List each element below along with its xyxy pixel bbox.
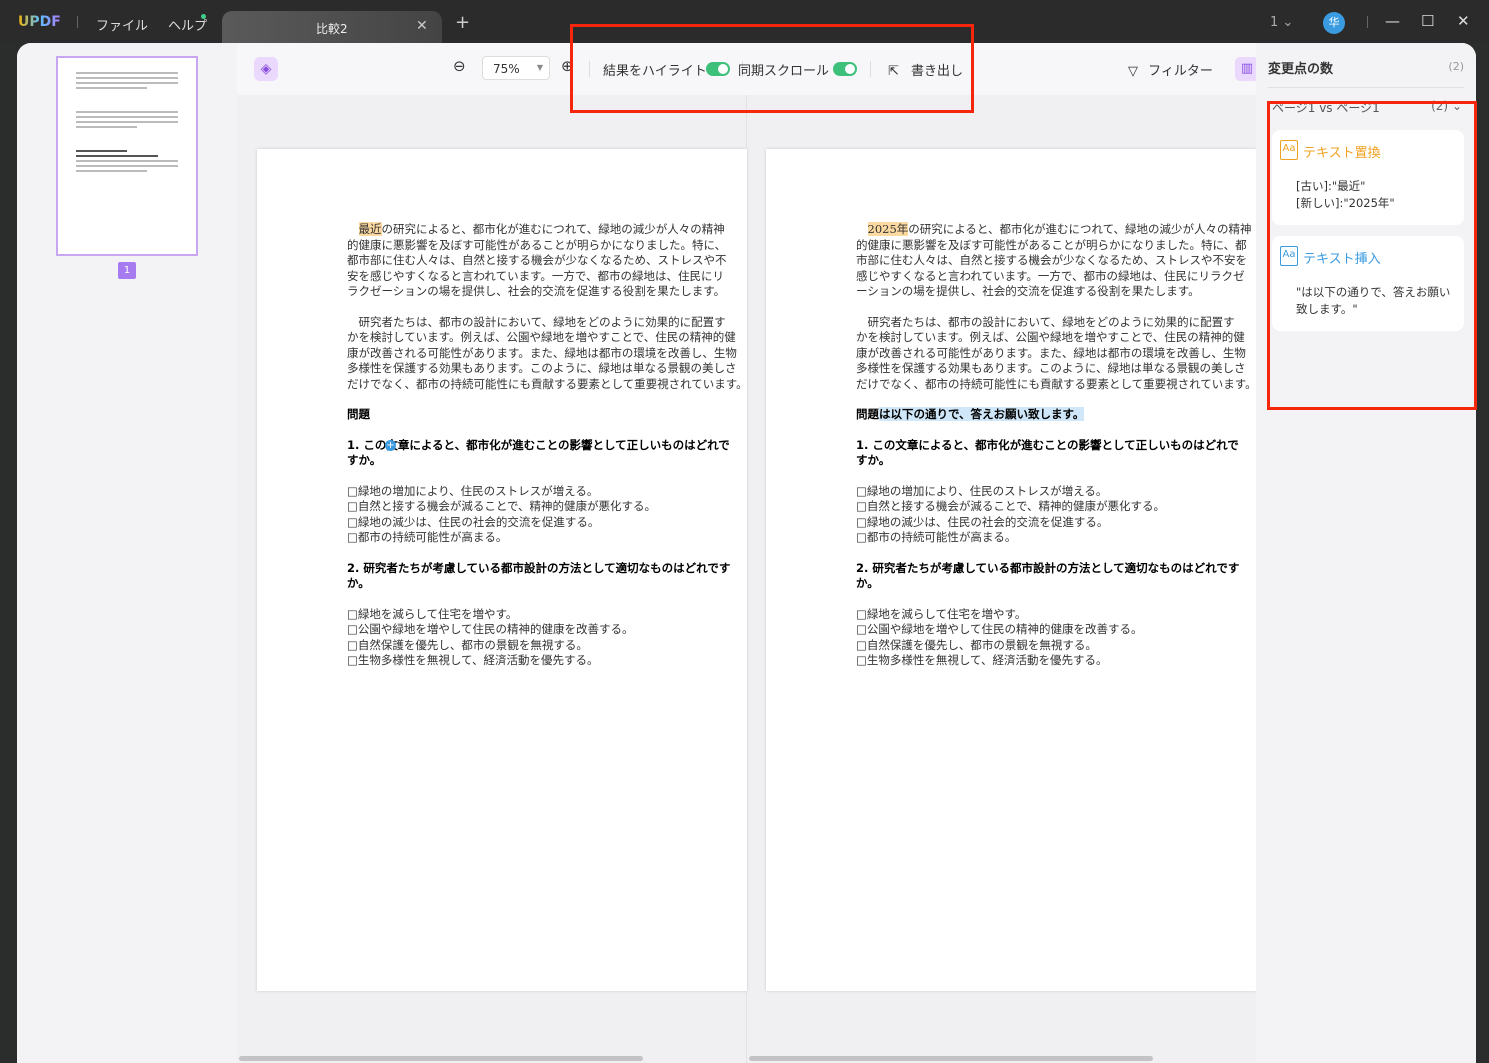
text-line: 2025年の研究によると、都市化が進むにつれて、緑地の減少が人々の精神 <box>867 222 1252 236</box>
text-line: □緑地を減らして住宅を増やす。 <box>856 606 1027 621</box>
avatar[interactable]: 华 <box>1323 12 1345 34</box>
text-line: か。 <box>856 576 879 590</box>
inserted-text[interactable]: は以下の通りで、答えお願い致します。 <box>879 407 1085 421</box>
zoom-select[interactable]: 75% ▼ <box>482 56 550 80</box>
text-line: □都市の持続可能性が高まる。 <box>856 530 1017 544</box>
text-line: □自然保護を優先し、都市の景観を無視する。 <box>856 637 1097 652</box>
text-line: 的健康に悪影響を及ぼす可能性があることが明らかになりました。特に、 <box>347 237 727 252</box>
main-area: 1 ◈ ⊖ 75% ▼ ⊕ 結果をハイライト 同期スクロール ⇱ 書き出し ▽ フ… <box>17 43 1476 1063</box>
text-line: □生物多様性を無視して、経済活動を優先する。 <box>347 653 599 667</box>
text-line: かを検討しています。例えば、公園や緑地を増やすことで、住民の精神的健 <box>856 330 1245 344</box>
filter-button[interactable]: ▽ フィルター <box>1128 60 1213 79</box>
insertion-marker-icon[interactable]: + <box>385 440 396 451</box>
window-count: 1 <box>1270 15 1279 30</box>
text-line: か。 <box>347 576 370 590</box>
text-line: □緑地の減少は、住民の社会的交流を促進する。 <box>856 514 1109 529</box>
close-tab-icon[interactable]: ✕ <box>416 18 428 34</box>
original-document-page: 最近の研究によると、都市化が進むにつれて、緑地の減少が人々の精神 的健康に悪影響… <box>257 149 747 991</box>
text-line: 1. この文章によると、都市化が進むことの影響として正しいものはどれで <box>856 437 1239 452</box>
text-line: 康が改善される可能性があります。また、緑地は都市の環境を改善し、生物 <box>347 345 737 360</box>
replaced-text-new[interactable]: 2025年 <box>867 222 909 236</box>
thumbnail-page-number: 1 <box>118 262 136 279</box>
text-line: □緑地の増加により、住民のストレスが増える。 <box>856 483 1108 498</box>
text-line: □緑地の増加により、住民のストレスが増える。 <box>347 483 599 498</box>
page-thumbnail[interactable] <box>56 56 198 256</box>
window-count-dropdown[interactable]: 1 ⌄ <box>1270 15 1293 30</box>
text-line: □都市の持続可能性が高まる。 <box>347 530 508 544</box>
text-line: □生物多様性を無視して、経済活動を優先する。 <box>856 653 1108 667</box>
text-line: □自然と接する機会が減ることで、精神的健康が悪化する。 <box>856 499 1166 513</box>
right-horizontal-scrollbar[interactable] <box>749 1056 1153 1061</box>
question-heading: 問題 <box>347 407 370 421</box>
maximize-icon[interactable]: ☐ <box>1421 12 1434 30</box>
tab-title: 比較2 <box>316 22 348 36</box>
text-line: □緑地を減らして住宅を増やす。 <box>347 606 518 621</box>
text-line: だけでなく、都市の持続可能性にも貢献する要素として重要視されています。 <box>347 376 747 391</box>
text-line: 康が改善される可能性があります。また、緑地は都市の環境を改善し、生物 <box>856 345 1246 360</box>
close-window-icon[interactable]: ✕ <box>1457 12 1470 30</box>
divider <box>77 16 78 28</box>
thumbnail-panel: 1 <box>17 43 237 1063</box>
divider <box>1268 87 1464 88</box>
text-line: 研究者たちは、都市の設計において、緑地をどのように効果的に配置す <box>856 314 1235 329</box>
zoom-out-icon[interactable]: ⊖ <box>453 57 466 75</box>
text-line: □公園や緑地を増やして住民の精神的健康を改善する。 <box>856 622 1143 636</box>
text-line: かを検討しています。例えば、公園や緑地を増やすことで、住民の精神的健 <box>347 330 736 344</box>
text-line: 1. この文章によると、都市化が進むことの影響として正しいものはどれで <box>347 437 730 452</box>
text-line: だけでなく、都市の持続可能性にも貢献する要素として重要視されています。 <box>856 376 1256 391</box>
text-line: すか。 <box>347 453 382 467</box>
text-line: 2. 研究者たちが考慮している都市設計の方法として適切なものはどれです <box>347 560 731 575</box>
text-line: □自然保護を優先し、都市の景観を無視する。 <box>347 637 588 652</box>
filter-label: フィルター <box>1148 64 1213 79</box>
replaced-text-old[interactable]: 最近 <box>358 222 382 236</box>
compare-view: 最近の研究によると、都市化が進むにつれて、緑地の減少が人々の精神 的健康に悪影響… <box>237 95 1256 1063</box>
annotation-box-toolbar <box>570 24 974 113</box>
left-horizontal-scrollbar[interactable] <box>239 1056 643 1061</box>
text-line: 多様性を保護する効果もあります。このように、緑地は単なる景観の美しさ <box>856 361 1246 375</box>
text-line: ーションの場を提供し、社会的交流を促進する役割を果たします。 <box>856 284 1200 298</box>
new-tab-button[interactable]: + <box>455 12 470 33</box>
text-line: □公園や緑地を増やして住民の精神的健康を改善する。 <box>347 622 634 636</box>
updf-logo: UPDF <box>18 14 61 30</box>
layers-icon[interactable]: ◈ <box>254 57 278 81</box>
text-line: 安を感じやすくなると言われています。一方で、都市の緑地は、住民にリ <box>347 268 724 283</box>
text-line: 多様性を保護する効果もあります。このように、緑地は単なる景観の美しさ <box>347 361 737 375</box>
text-line: すか。 <box>856 453 891 467</box>
changes-title: 変更点の数 <box>1268 62 1334 77</box>
divider <box>1367 16 1368 28</box>
annotation-box-changes <box>1267 101 1477 410</box>
zoom-value: 75% <box>493 62 520 76</box>
notification-dot <box>201 14 206 19</box>
text-line: □自然と接する機会が減ることで、精神的健康が悪化する。 <box>347 499 657 513</box>
text-line: □緑地の減少は、住民の社会的交流を促進する。 <box>347 514 600 529</box>
text-line: 的健康に悪影響を及ぼす可能性があることが明らかになりました。特に、都 <box>856 237 1247 252</box>
menu-file[interactable]: ファイル <box>96 15 148 34</box>
text-line: 研究者たちは、都市の設計において、緑地をどのように効果的に配置す <box>347 314 726 329</box>
tab-compare[interactable]: 比較2 ✕ <box>222 11 442 45</box>
changes-count: (2) <box>1448 60 1464 73</box>
text-line: 2. 研究者たちが考慮している都市設計の方法として適切なものはどれです <box>856 560 1240 575</box>
revised-document-page: 2025年の研究によると、都市化が進むにつれて、緑地の減少が人々の精神 的健康に… <box>766 149 1256 991</box>
text-line: ラクゼーションの場を提供し、社会的交流を促進する役割を果たします。 <box>347 284 726 298</box>
text-line: 問題は以下の通りで、答えお願い致します。 <box>856 407 1085 421</box>
text-line: 市部に住む人々は、自然と接する機会が少なくなるため、ストレスや不安を <box>856 253 1247 267</box>
original-text: 最近の研究によると、都市化が進むにつれて、緑地の減少が人々の精神 的健康に悪影響… <box>347 222 747 669</box>
text-line: 感じやすくなると言われています。一方で、都市の緑地は、住民にリラクゼ <box>856 268 1245 283</box>
revised-text: 2025年の研究によると、都市化が進むにつれて、緑地の減少が人々の精神 的健康に… <box>856 222 1256 669</box>
text-line: 最近の研究によると、都市化が進むにつれて、緑地の減少が人々の精神 <box>358 222 725 236</box>
text-line: 都市部に住む人々は、自然と接する機会が少なくなるため、ストレスや不 <box>347 253 727 267</box>
minimize-icon[interactable]: — <box>1385 12 1400 30</box>
filter-icon: ▽ <box>1128 64 1138 79</box>
